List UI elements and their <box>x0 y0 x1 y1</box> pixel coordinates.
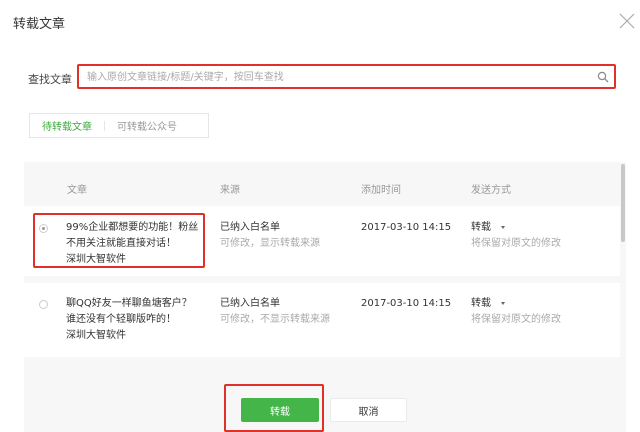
method-dropdown[interactable]: 转载 <box>471 220 561 236</box>
caret-down-icon <box>501 301 505 305</box>
time-cell: 2017-03-10 14:15 <box>361 298 452 309</box>
article-cell: 99%企业都想要的功能！粉丝 不用关注就能直接对话！ 深圳大智软件 <box>66 220 206 268</box>
cancel-button[interactable]: 取消 <box>330 398 407 422</box>
source-status: 已纳入白名单 <box>220 222 280 233</box>
caret-down-icon <box>501 225 505 229</box>
source-status: 已纳入白名单 <box>220 298 280 309</box>
tab-accounts[interactable]: 可转载公众号 <box>105 118 189 133</box>
search-box <box>77 64 616 89</box>
article-title: 99%企业都想要的功能！粉丝 <box>66 222 199 233</box>
article-title: 聊QQ好友一样聊鱼塘客户？ <box>66 298 192 309</box>
source-cell: 已纳入白名单 可修改，显示转载来源 <box>220 220 320 252</box>
article-title-2: 谁还没有个轻聊版咋的！ <box>66 314 176 325</box>
method-note: 将保留对原文的修改 <box>471 238 561 249</box>
tab-pending-articles[interactable]: 待转载文章 <box>30 118 104 133</box>
time-cell: 2017-03-10 14:15 <box>361 222 452 233</box>
header-source: 来源 <box>220 185 240 196</box>
method-dropdown[interactable]: 转载 <box>471 296 561 312</box>
tab-bar: 待转载文章 可转载公众号 <box>29 113 209 138</box>
method-value: 转载 <box>471 298 491 309</box>
header-article: 文章 <box>67 185 87 196</box>
article-author: 深圳大智软件 <box>66 254 126 265</box>
source-note: 可修改，不显示转载来源 <box>220 314 330 325</box>
source-cell: 已纳入白名单 可修改，不显示转载来源 <box>220 296 330 328</box>
search-input[interactable] <box>87 69 587 85</box>
dialog-title: 转载文章 <box>13 17 66 32</box>
search-icon[interactable] <box>597 71 609 83</box>
search-label: 查找文章 <box>28 73 72 86</box>
article-cell: 聊QQ好友一样聊鱼塘客户？ 谁还没有个轻聊版咋的！ 深圳大智软件 <box>66 296 206 344</box>
header-method: 发送方式 <box>471 185 511 196</box>
row-radio[interactable] <box>39 300 48 309</box>
scrollbar[interactable] <box>621 164 625 242</box>
article-author: 深圳大智软件 <box>66 330 126 341</box>
source-note: 可修改，显示转载来源 <box>220 238 320 249</box>
method-value: 转载 <box>471 222 491 233</box>
article-title-2: 不用关注就能直接对话！ <box>66 238 176 249</box>
method-note: 将保留对原文的修改 <box>471 314 561 325</box>
method-cell: 转载 将保留对原文的修改 <box>471 296 561 328</box>
close-icon[interactable] <box>618 12 636 30</box>
highlight-box <box>224 384 324 432</box>
header-time: 添加时间 <box>361 185 401 196</box>
method-cell: 转载 将保留对原文的修改 <box>471 220 561 252</box>
